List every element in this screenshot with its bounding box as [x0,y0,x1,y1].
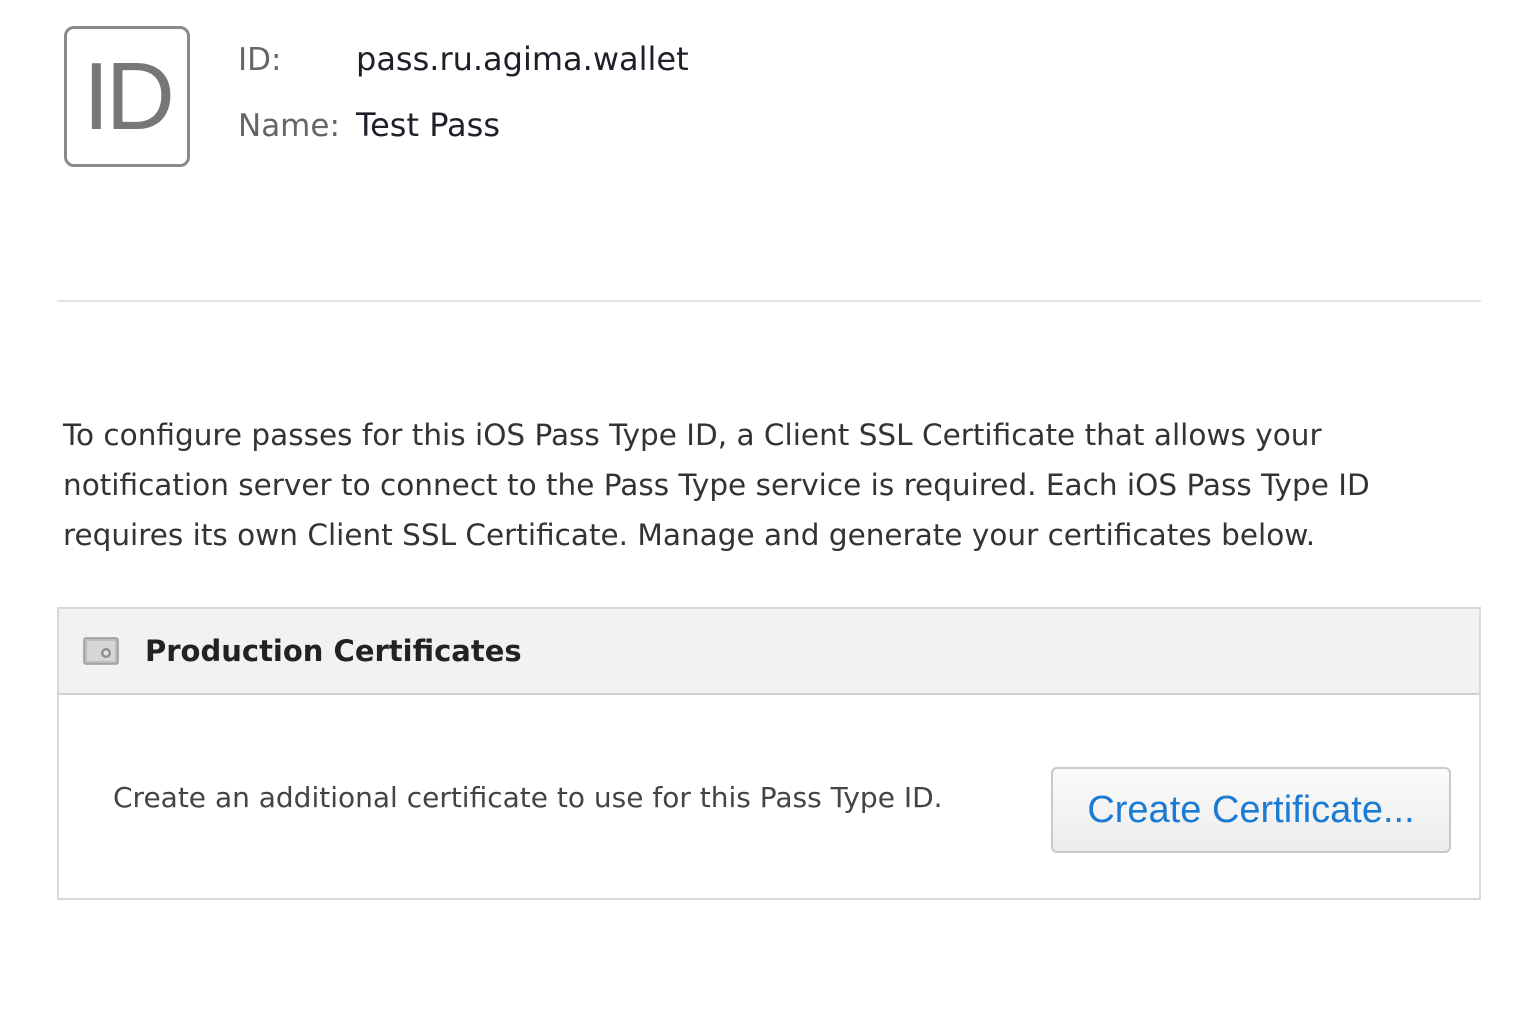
certificate-icon [83,637,119,665]
name-value: Test Pass [356,106,500,144]
section-divider [57,300,1481,302]
id-badge-text: ID [83,42,175,150]
id-label: ID: [238,42,282,78]
production-certificates-body: Create an additional certificate to use … [59,695,1479,900]
production-certificates-panel: Production Certificates Create an additi… [57,607,1481,900]
additional-certificate-text: Create an additional certificate to use … [113,781,943,814]
id-badge-icon: ID [64,26,190,167]
meta-row-name: Name: Test Pass [238,106,689,172]
create-certificate-button[interactable]: Create Certificate... [1051,767,1451,853]
name-label: Name: [238,108,340,144]
pass-type-meta: ID: pass.ru.agima.wallet Name: Test Pass [238,40,689,172]
id-value: pass.ru.agima.wallet [356,40,689,78]
production-certificates-title: Production Certificates [145,634,522,668]
meta-row-id: ID: pass.ru.agima.wallet [238,40,689,106]
configuration-description: To configure passes for this iOS Pass Ty… [63,418,1370,552]
production-certificates-header: Production Certificates [59,609,1479,695]
pass-type-id-page: ID ID: pass.ru.agima.wallet Name: Test P… [0,0,1536,1024]
